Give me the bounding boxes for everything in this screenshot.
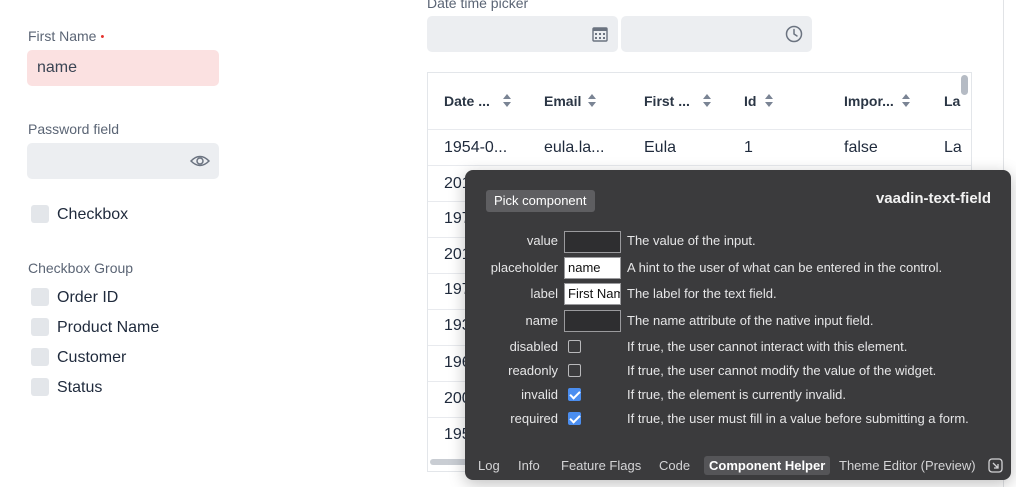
first-name-value: name	[37, 59, 78, 76]
property-name: value	[526, 233, 558, 248]
property-description: If true, the element is currently invali…	[627, 387, 846, 402]
checkbox-order-id-label: Order ID	[57, 289, 119, 306]
sort-icon[interactable]	[901, 94, 911, 108]
sort-icon[interactable]	[764, 94, 774, 108]
time-input[interactable]	[621, 16, 812, 52]
property-name: label	[530, 286, 558, 301]
column-header-id[interactable]: Id	[744, 93, 756, 109]
checkbox-status-label: Status	[57, 379, 103, 396]
property-name: name	[525, 313, 558, 328]
grid-cell-date[interactable]: 1954-0...	[444, 139, 507, 157]
property-description: If true, the user must fill in a value b…	[627, 411, 969, 426]
property-placeholder-input[interactable]: name	[564, 257, 621, 279]
property-description: If true, the user cannot modify the valu…	[627, 363, 937, 378]
property-name: placeholder	[490, 260, 558, 275]
checkbox-label: Checkbox	[57, 206, 129, 223]
dev-tools-tab-bar: Log Info Feature Flags Code Component He…	[465, 449, 1011, 479]
property-description: If true, the user cannot interact with t…	[627, 339, 908, 354]
property-description: A hint to the user of what can be entere…	[627, 260, 943, 275]
checkbox-status[interactable]	[31, 378, 49, 396]
checkbox-group-label: Checkbox Group	[28, 260, 134, 276]
tab-theme-editor[interactable]: Theme Editor (Preview)	[834, 456, 981, 475]
sort-icon[interactable]	[587, 94, 597, 108]
tab-code[interactable]: Code	[654, 456, 695, 475]
disabled-checkbox[interactable]	[568, 340, 581, 353]
tab-component-helper[interactable]: Component Helper	[704, 456, 831, 475]
checkbox-product-name-label: Product Name	[57, 319, 160, 336]
checkbox-order-id[interactable]	[31, 288, 49, 306]
property-label-input[interactable]: First Name	[564, 283, 621, 305]
sort-icon[interactable]	[702, 94, 712, 108]
grid-row-divider	[428, 165, 971, 166]
date-time-picker-label: Date time picker	[427, 0, 529, 11]
property-description: The value of the input.	[627, 233, 756, 248]
tab-feature-flags[interactable]: Feature Flags	[556, 456, 646, 475]
clock-icon[interactable]	[785, 25, 803, 43]
grid-header-divider	[428, 129, 971, 130]
first-name-label: First Name •	[28, 28, 104, 44]
grid-vertical-scrollbar[interactable]	[961, 75, 968, 95]
grid-horizontal-scrollbar[interactable]	[430, 459, 470, 465]
grid-cell-important[interactable]: false	[844, 139, 878, 157]
property-description: The name attribute of the native input f…	[627, 313, 874, 328]
pick-component-button[interactable]: Pick component	[486, 190, 595, 212]
property-name: required	[510, 411, 558, 426]
required-indicator: •	[100, 31, 105, 43]
grid-cell-email[interactable]: eula.la...	[544, 139, 604, 157]
property-description: The label for the text field.	[627, 286, 777, 301]
invalid-checkbox[interactable]	[568, 388, 581, 401]
readonly-checkbox[interactable]	[568, 364, 581, 377]
checkbox[interactable]	[31, 205, 49, 223]
property-name-input[interactable]	[564, 310, 621, 332]
required-checkbox[interactable]	[568, 412, 581, 425]
column-header-email[interactable]: Email	[544, 93, 581, 109]
column-header-last-name[interactable]: La	[944, 93, 960, 109]
grid-cell-first-name[interactable]: Eula	[644, 139, 676, 157]
tab-info[interactable]: Info	[513, 456, 545, 475]
checkbox-product-name[interactable]	[31, 318, 49, 336]
dev-tools-panel: Pick component vaadin-text-field value T…	[465, 170, 1011, 480]
password-field[interactable]	[27, 143, 219, 179]
property-name: invalid	[521, 387, 558, 402]
grid-cell-last-name[interactable]: La	[944, 139, 962, 157]
checkbox-customer-label: Customer	[57, 349, 127, 366]
sort-icon[interactable]	[502, 94, 512, 108]
date-input[interactable]	[427, 16, 618, 52]
tab-log[interactable]: Log	[473, 456, 505, 475]
property-name: readonly	[508, 363, 558, 378]
column-header-first-name[interactable]: First ...	[644, 93, 690, 109]
password-label: Password field	[28, 121, 120, 137]
property-name: disabled	[509, 339, 558, 354]
column-header-important[interactable]: Impor...	[844, 93, 894, 109]
grid-cell-id[interactable]: 1	[744, 139, 753, 157]
component-name: vaadin-text-field	[875, 190, 991, 207]
eye-icon[interactable]	[190, 154, 210, 168]
first-name-field[interactable]: name	[27, 50, 219, 86]
first-name-label-text: First Name	[28, 28, 97, 44]
property-value-input[interactable]	[564, 231, 621, 253]
checkbox-customer[interactable]	[31, 348, 49, 366]
column-header-date[interactable]: Date ...	[444, 93, 490, 109]
calendar-icon[interactable]	[592, 26, 608, 42]
undock-icon[interactable]	[988, 458, 1003, 473]
